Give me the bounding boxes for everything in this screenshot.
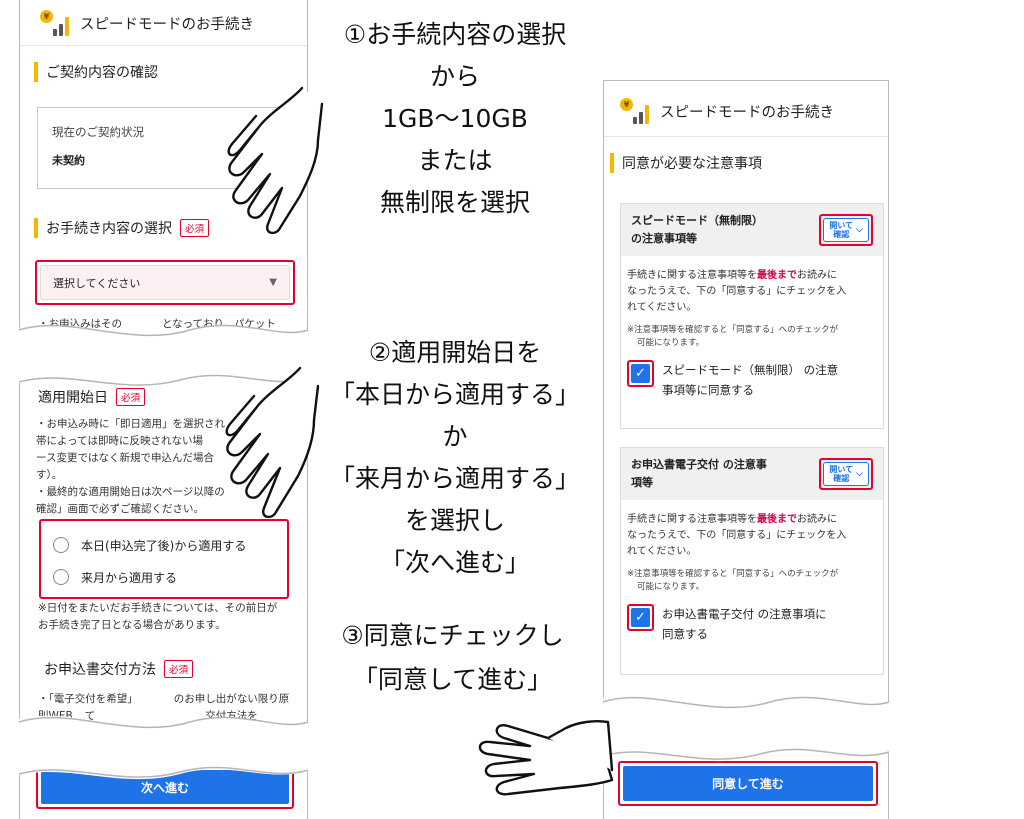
required-badge: 必須 — [116, 388, 146, 406]
delivery-method-title: お申込書交付方法 必須 — [44, 659, 194, 679]
consent-card-e-delivery: お申込書電子交付 の注意事 項等 開いて 確認 ⌵ 手続きに関する注意事項等を最後… — [620, 447, 884, 675]
radio-option-today[interactable]: 本日(申込完了後)から適用する — [53, 529, 275, 561]
start-date-note: ・お申込み時に「即日適用」を選択され 帯によっては即時に反映されない場 ース変更… — [36, 418, 225, 515]
app-header: ¥ スピードモードのお手続き — [620, 98, 834, 124]
procedure-select-highlight: 選択してください ▼ — [35, 260, 295, 305]
radio-label-next-month: 来月から適用する — [81, 570, 178, 585]
required-badge: 必須 — [164, 660, 194, 678]
procedure-select[interactable]: 選択してください ▼ — [40, 265, 290, 300]
card-description: 手続きに関する注意事項等を最後までお読みに なったうえで、下の「同意する」にチェ… — [627, 270, 847, 313]
required-badge: 必須 — [180, 219, 210, 237]
procedure-section-title: お手続き内容の選択 必須 — [34, 218, 210, 238]
checkbox-highlight: ✓ — [627, 604, 654, 631]
open-button-highlight: 開いて 確認 ⌵ — [819, 458, 873, 490]
start-date-panel: 適用開始日 必須 ・お申込み時に「即日適用」を選択され 帯によっては即時に反映さ… — [19, 366, 308, 742]
checkbox-highlight: ✓ — [627, 360, 654, 387]
instruction-step3: ③同意にチェックし 「同意して進む」 — [341, 621, 564, 694]
procedure-note: ・お申込みはその となっており、パケット パック利 お申込みいただく — [38, 318, 276, 347]
contract-status-label: 現在のご契約状況 — [52, 125, 144, 139]
consent-panel: ¥ スピードモードのお手続き 同意が必要な注意事項 スピードモード（無制限） の… — [603, 80, 889, 720]
card-body: 手続きに関する注意事項等を最後までお読みに なったうえで、下の「同意する」にチェ… — [621, 500, 883, 654]
app-header: ¥ スピードモードのお手続き — [40, 10, 254, 36]
card-body: 手続きに関する注意事項等を最後までお読みに なったうえで、下の「同意する」にチェ… — [621, 256, 883, 410]
date-footnote: ※日付をまたいだお手続きについては、その前日が お手続き完了日となる場合がありま… — [38, 602, 278, 631]
agree-checkbox-row[interactable]: ✓ お申込書電子交付 の注意事項に 同意する — [627, 604, 877, 644]
start-date-title: 適用開始日 必須 — [38, 387, 146, 407]
card-title: お申込書電子交付 の注意事 項等 — [631, 458, 767, 489]
card-header: スピードモード（無制限） の注意事項等 開いて 確認 ⌵ — [621, 204, 883, 256]
instruction-step1: ①お手続内容の選択 から 1GB〜10GB または 無制限を選択 — [343, 20, 567, 217]
select-placeholder: 選択してください — [53, 276, 141, 290]
next-button[interactable]: 次へ進む — [41, 770, 289, 804]
agree-label: お申込書電子交付 の注意事項に 同意する — [662, 607, 827, 641]
card-description: 手続きに関する注意事項等を最後までお読みに なったうえで、下の「同意する」にチェ… — [627, 514, 847, 557]
contract-status-value: 未契約 — [52, 154, 85, 167]
contract-section-title: ご契約内容の確認 — [34, 62, 158, 82]
radio-button-icon[interactable] — [53, 537, 69, 553]
speed-mode-logo-icon: ¥ — [620, 98, 652, 124]
open-and-confirm-button[interactable]: 開いて 確認 ⌵ — [823, 462, 869, 486]
agree-checkbox-row[interactable]: ✓ スピードモード（無制限） の注意 事項等に同意する — [627, 360, 877, 400]
chevron-down-icon: ⌵ — [856, 224, 863, 235]
start-date-radio-group: 本日(申込完了後)から適用する 来月から適用する — [39, 519, 289, 599]
next-button-panel: 次へ進む — [19, 756, 308, 819]
consent-section-title: 同意が必要な注意事項 — [610, 153, 762, 173]
card-note: ※注意事項等を確認すると「同意する」へのチェックが 可能になります。 — [627, 325, 839, 348]
checkmark-icon[interactable]: ✓ — [631, 364, 650, 383]
consent-card-speed-mode: スピードモード（無制限） の注意事項等 開いて 確認 ⌵ 手続きに関する注意事項等… — [620, 203, 884, 429]
radio-button-icon[interactable] — [53, 569, 69, 585]
checkmark-icon[interactable]: ✓ — [631, 608, 650, 627]
next-button-highlight: 次へ進む — [36, 765, 294, 809]
radio-option-next-month[interactable]: 来月から適用する — [53, 561, 275, 593]
open-and-confirm-button[interactable]: 開いて 確認 ⌵ — [823, 218, 869, 242]
agree-label: スピードモード（無制限） の注意 事項等に同意する — [662, 363, 839, 397]
triangle-down-icon: ▼ — [269, 277, 277, 288]
chevron-down-icon: ⌵ — [856, 468, 863, 479]
agree-button-panel: 同意して進む — [603, 738, 889, 819]
speed-mode-logo-icon: ¥ — [40, 10, 72, 36]
contract-status-box: 現在のご契約状況 未契約 — [37, 107, 292, 189]
app-title: スピードモードのお手続き — [80, 16, 254, 33]
agree-button-highlight: 同意して進む — [618, 761, 878, 806]
card-note: ※注意事項等を確認すると「同意する」へのチェックが 可能になります。 — [627, 569, 839, 592]
open-button-highlight: 開いて 確認 ⌵ — [819, 214, 873, 246]
app-title: スピードモードのお手続き — [660, 104, 834, 121]
agree-and-proceed-button[interactable]: 同意して進む — [623, 766, 873, 801]
radio-label-today: 本日(申込完了後)から適用する — [81, 538, 247, 553]
card-title: スピードモード（無制限） の注意事項等 — [631, 214, 763, 245]
delivery-note: ・「電子交付を希望」 のお申し出がない限り原 則WEB て交付方法を — [38, 693, 290, 722]
procedure-panel: ¥ スピードモードのお手続き ご契約内容の確認 現在のご契約状況 未契約 お手続… — [19, 0, 308, 352]
card-header: お申込書電子交付 の注意事 項等 開いて 確認 ⌵ — [621, 448, 883, 500]
instruction-step2: ②適用開始日を 「本日から適用する」 か 「来月から適用する」 を選択し 「次へ… — [329, 338, 580, 577]
